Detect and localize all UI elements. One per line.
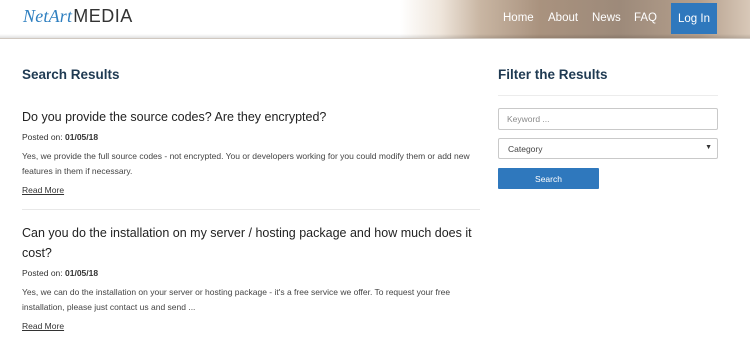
posted-info: Posted on: 01/05/18 [22,132,480,142]
result-title[interactable]: Can you do the installation on my server… [22,223,480,263]
site-header: NetArt MEDIA Home About News FAQ Log In [0,0,750,39]
nav-faq-link[interactable]: FAQ [634,12,657,24]
main-nav: Home About News FAQ Log In [0,0,750,38]
result-excerpt: Yes, we provide the full source codes - … [22,151,470,176]
read-more-link[interactable]: Read More [22,321,64,331]
posted-label: Posted on: [22,268,66,278]
category-selected-value: Category [508,143,543,154]
nav-about-link[interactable]: About [548,12,578,24]
keyword-input[interactable] [498,108,718,130]
posted-date: 01/05/18 [65,132,99,142]
filter-title: Filter the Results [498,67,608,82]
chevron-down-icon: ▼ [705,144,712,151]
nav-home-link[interactable]: Home [503,12,534,24]
result-title[interactable]: Do you provide the source codes? Are the… [22,107,480,127]
search-button[interactable]: Search [498,168,599,189]
page-title: Search Results [22,67,120,82]
posted-label: Posted on: [22,132,66,142]
posted-date: 01/05/18 [65,268,99,278]
category-select[interactable]: Category ▼ [498,138,718,159]
search-result: Can you do the installation on my server… [22,223,480,334]
result-divider [22,209,480,210]
posted-info: Posted on: 01/05/18 [22,268,480,278]
result-excerpt: Yes, we can do the installation on your … [22,287,451,312]
sidebar-divider [498,95,718,96]
login-button[interactable]: Log In [671,3,717,34]
nav-news-link[interactable]: News [592,12,621,24]
read-more-link[interactable]: Read More [22,185,64,195]
search-result: Do you provide the source codes? Are the… [22,107,480,198]
